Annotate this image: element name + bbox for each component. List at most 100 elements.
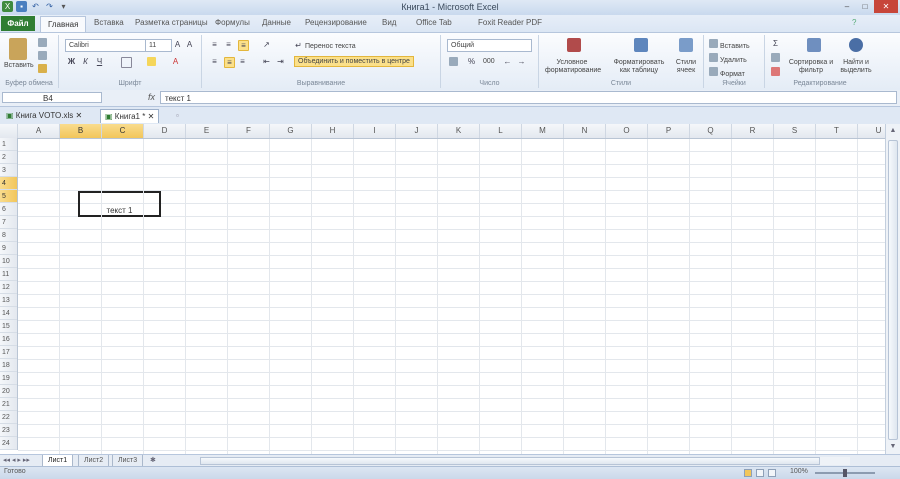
row-header-5[interactable]: 5 [0, 190, 17, 203]
orientation-icon[interactable]: ↗ [262, 40, 271, 49]
page-layout-view-icon[interactable] [756, 469, 764, 477]
tab-insert[interactable]: Вставка [94, 18, 124, 27]
currency-icon[interactable] [449, 57, 458, 66]
column-header-o[interactable]: O [606, 124, 648, 138]
row-header-6[interactable]: 6 [0, 203, 17, 216]
column-header-j[interactable]: J [396, 124, 438, 138]
row-header-7[interactable]: 7 [0, 216, 17, 229]
delete-cells-button[interactable]: Удалить [709, 53, 747, 64]
increase-decimal-icon[interactable]: ← [503, 57, 512, 66]
percent-button[interactable]: % [467, 57, 476, 66]
maximize-button[interactable]: □ [856, 0, 874, 13]
horizontal-scrollbar[interactable] [200, 457, 850, 465]
sheet-nav-icons[interactable]: ◂◂ ◂ ▸ ▸▸ [3, 456, 30, 464]
column-header-c[interactable]: C [102, 124, 144, 138]
new-tab-button[interactable]: ▫ [172, 109, 183, 122]
format-as-table-button[interactable]: Форматировать как таблицу [611, 59, 667, 75]
column-header-q[interactable]: Q [690, 124, 732, 138]
format-painter-icon[interactable] [38, 64, 47, 73]
cell-area[interactable]: текст 1 [18, 139, 885, 454]
insert-sheet-icon[interactable]: ✱ [150, 456, 156, 464]
row-header-19[interactable]: 19 [0, 372, 17, 385]
row-header-22[interactable]: 22 [0, 411, 17, 424]
sort-filter-button[interactable]: Сортировка и фильтр [787, 59, 835, 75]
merge-center-button[interactable]: Объединить и поместить в центре [294, 56, 414, 67]
horizontal-scroll-thumb[interactable] [200, 457, 820, 465]
formula-input[interactable]: текст 1 [160, 91, 897, 104]
tab-review[interactable]: Рецензирование [305, 18, 367, 27]
row-header-15[interactable]: 15 [0, 320, 17, 333]
column-header-s[interactable]: S [774, 124, 816, 138]
doc-tab-voto[interactable]: ▣ Книга VOTO.xls ✕ [2, 109, 86, 122]
active-cell[interactable]: текст 1 [78, 191, 161, 217]
copy-icon[interactable] [38, 51, 47, 60]
row-header-10[interactable]: 10 [0, 255, 17, 268]
name-box[interactable]: B4 [2, 92, 102, 103]
wrap-text-button[interactable]: ↵ Перенос текста [294, 41, 355, 50]
cell-styles-button[interactable]: Стили ячеек [671, 59, 701, 75]
close-button[interactable]: ✕ [874, 0, 898, 13]
row-header-9[interactable]: 9 [0, 242, 17, 255]
tab-page-layout[interactable]: Разметка страницы [135, 18, 208, 27]
zoom-level[interactable]: 100% [790, 468, 808, 475]
tab-foxit[interactable]: Foxit Reader PDF [478, 18, 542, 27]
tab-data[interactable]: Данные [262, 18, 291, 27]
borders-icon[interactable] [121, 57, 132, 68]
bold-button[interactable]: Ж [67, 57, 76, 66]
decrease-indent-icon[interactable]: ⇤ [262, 57, 271, 66]
align-bottom-icon[interactable]: ≡ [238, 40, 249, 51]
column-header-k[interactable]: K [438, 124, 480, 138]
column-header-e[interactable]: E [186, 124, 228, 138]
close-tab-icon[interactable]: ✕ [148, 112, 155, 121]
tab-office-tab[interactable]: Office Tab [416, 18, 452, 27]
column-header-r[interactable]: R [732, 124, 774, 138]
column-header-n[interactable]: N [564, 124, 606, 138]
column-header-p[interactable]: P [648, 124, 690, 138]
column-header-a[interactable]: A [18, 124, 60, 138]
scroll-down-icon[interactable]: ▼ [888, 442, 898, 452]
paste-icon[interactable] [9, 38, 27, 60]
row-header-2[interactable]: 2 [0, 151, 17, 164]
row-header-13[interactable]: 13 [0, 294, 17, 307]
insert-cells-button[interactable]: Вставить [709, 39, 750, 50]
insert-function-icon[interactable]: fx [148, 92, 155, 102]
underline-button[interactable]: Ч [95, 57, 104, 66]
italic-button[interactable]: К [81, 57, 90, 66]
font-color-icon[interactable]: A [171, 57, 180, 66]
column-header-h[interactable]: H [312, 124, 354, 138]
row-header-3[interactable]: 3 [0, 164, 17, 177]
vertical-scroll-thumb[interactable] [888, 140, 898, 440]
conditional-format-button[interactable]: Условное форматирование [545, 59, 601, 75]
align-center-icon[interactable]: ≡ [224, 57, 235, 68]
align-middle-icon[interactable]: ≡ [224, 40, 233, 49]
tab-formulas[interactable]: Формулы [215, 18, 250, 27]
column-header-t[interactable]: T [816, 124, 858, 138]
row-header-16[interactable]: 16 [0, 333, 17, 346]
tab-home[interactable]: Главная [40, 16, 87, 32]
tab-file[interactable]: Файл [1, 16, 35, 31]
row-header-20[interactable]: 20 [0, 385, 17, 398]
thousands-button[interactable]: 000 [483, 58, 495, 65]
row-header-1[interactable]: 1 [0, 138, 17, 151]
column-header-l[interactable]: L [480, 124, 522, 138]
row-header-21[interactable]: 21 [0, 398, 17, 411]
scroll-up-icon[interactable]: ▲ [888, 126, 898, 136]
select-all-corner[interactable] [0, 124, 18, 138]
fill-icon[interactable] [771, 53, 780, 62]
row-header-24[interactable]: 24 [0, 437, 17, 450]
column-header-d[interactable]: D [144, 124, 186, 138]
row-header-18[interactable]: 18 [0, 359, 17, 372]
column-header-i[interactable]: I [354, 124, 396, 138]
clear-icon[interactable] [771, 67, 780, 76]
page-break-view-icon[interactable] [768, 469, 776, 477]
row-header-14[interactable]: 14 [0, 307, 17, 320]
find-select-button[interactable]: Найти и выделить [837, 59, 875, 75]
normal-view-icon[interactable] [744, 469, 752, 477]
row-header-17[interactable]: 17 [0, 346, 17, 359]
row-header-8[interactable]: 8 [0, 229, 17, 242]
increase-indent-icon[interactable]: ⇥ [276, 57, 285, 66]
fill-color-icon[interactable] [147, 57, 156, 66]
align-left-icon[interactable]: ≡ [210, 57, 219, 66]
minimize-button[interactable]: – [838, 0, 856, 13]
cut-icon[interactable] [38, 38, 47, 47]
